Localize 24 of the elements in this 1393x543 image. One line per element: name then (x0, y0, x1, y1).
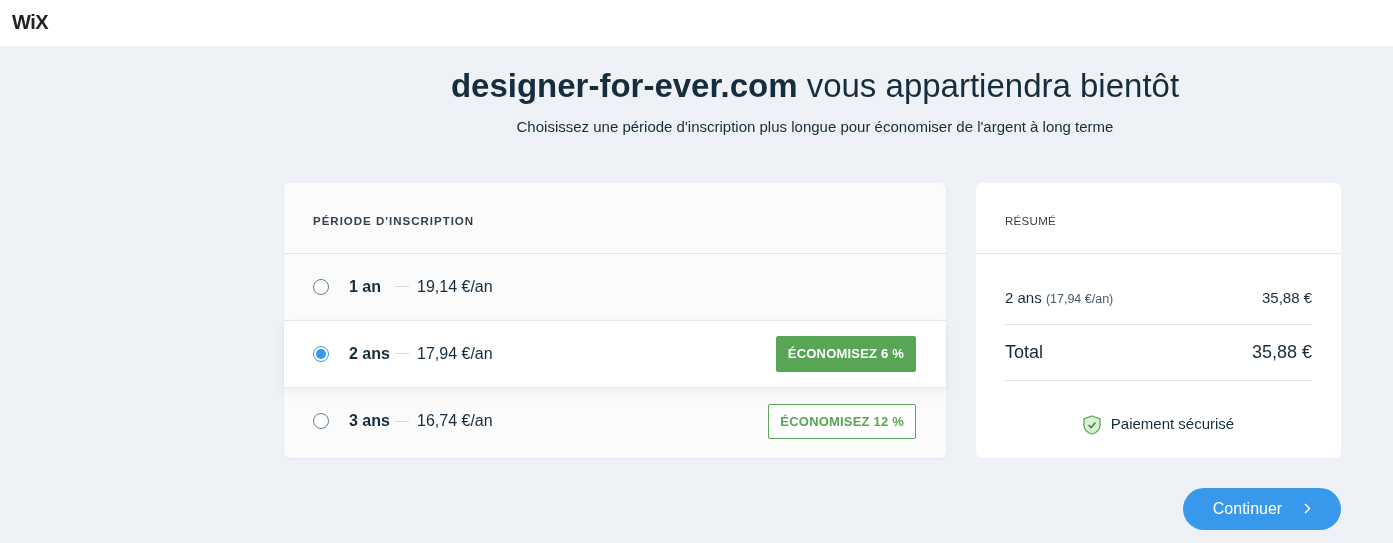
total-label: Total (1005, 341, 1044, 365)
chevron-icon (1304, 503, 1312, 515)
savings-badge: ÉCONOMISEZ 12 % (768, 403, 916, 440)
term-label: 2 ans (349, 343, 391, 364)
line-label: 2 ans (17,94 €/an) (1005, 287, 1114, 308)
logo: WiX (12, 12, 49, 32)
radio-button[interactable] (313, 413, 329, 430)
savings-badge: ÉCONOMISEZ 6 % (775, 336, 916, 372)
continue-button[interactable]: Continuer (1183, 487, 1341, 530)
page-title: designer-for-ever.com vous appartiendra bientôt (449, 68, 1181, 105)
card-title: PÉRIODE D'INSCRIPTION (313, 214, 475, 227)
term-label: 1 an (349, 276, 382, 297)
total-amount: 35,88 € (1251, 341, 1312, 365)
price-text: 19,14 €/an (417, 276, 493, 297)
radio-button[interactable] (313, 278, 329, 295)
price-text: 17,94 €/an (417, 343, 493, 364)
price-text: 16,74 €/an (417, 411, 493, 432)
term-label: 3 ans (349, 411, 391, 432)
card-title: RÉSUMÉ (1005, 214, 1056, 227)
shield-icon (1082, 414, 1101, 435)
page-subtitle: Choisissez une période d'inscription plus longue pour économiser de l'argent à long terme (515, 117, 1115, 138)
radio-button[interactable] (313, 345, 329, 362)
secure-payment-text: Paiement sécurisé (1110, 414, 1235, 435)
line-amount: 35,88 € (1261, 287, 1312, 308)
